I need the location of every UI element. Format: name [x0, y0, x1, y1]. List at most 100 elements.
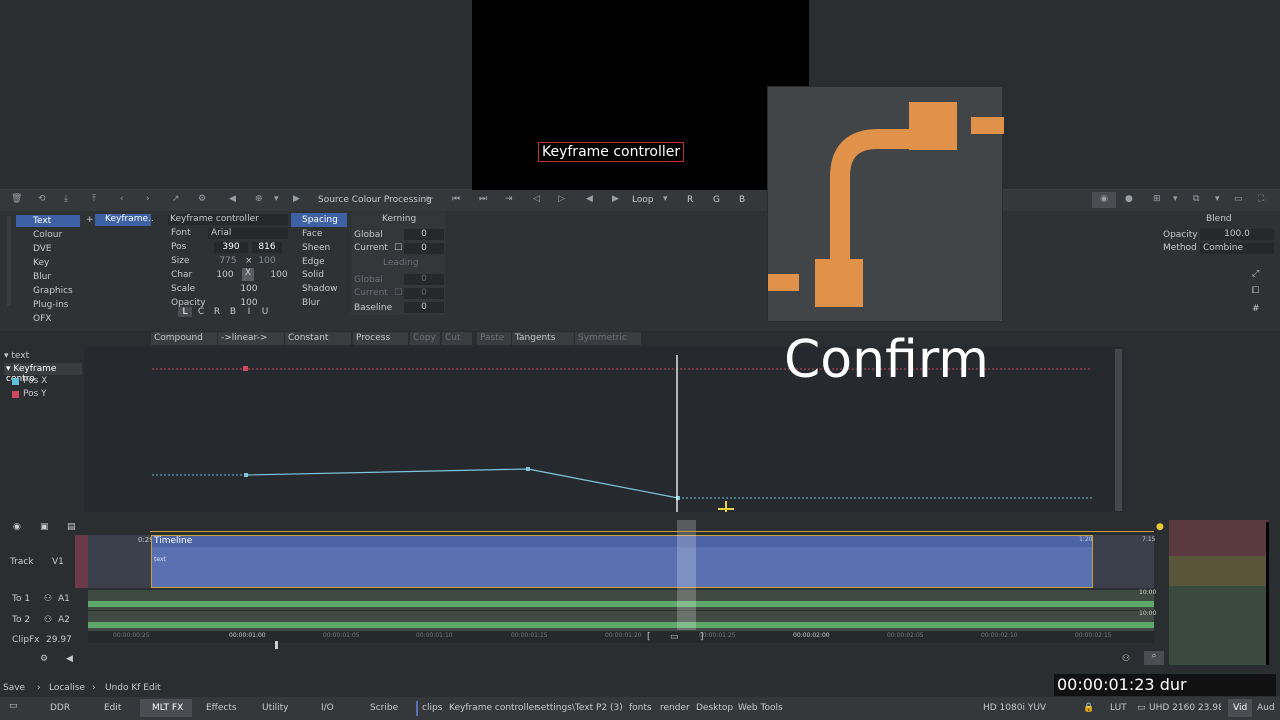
speaker-icon[interactable]: ◀	[66, 654, 73, 664]
v1-track-header[interactable]	[75, 535, 88, 588]
play-icon[interactable]: ▶	[293, 194, 300, 204]
screen-icon[interactable]: ▤	[67, 522, 76, 532]
download-icon[interactable]: ⤓	[64, 194, 68, 204]
style-tab-edge[interactable]: Edge	[302, 257, 325, 267]
baseline-field[interactable]: 0	[404, 302, 444, 313]
nav-item-ofx[interactable]: OFX	[33, 314, 51, 324]
align-left-button[interactable]: L	[178, 307, 192, 317]
clipfx-label[interactable]: ClipFx	[12, 635, 40, 645]
tab-edit[interactable]: Edit	[104, 703, 121, 713]
chevron-down-icon[interactable]: ▾	[1215, 194, 1220, 204]
tree-posy[interactable]: Pos Y	[23, 389, 47, 399]
style-tab-shadow[interactable]: Shadow	[302, 284, 338, 294]
nav-item-graphics[interactable]: Graphics	[33, 286, 73, 296]
blend-method-select[interactable]: Combine	[1200, 243, 1274, 254]
pos-x-field[interactable]: 390	[214, 242, 248, 253]
size-h-field[interactable]: 100	[255, 256, 279, 267]
font-select[interactable]: Arial	[208, 228, 288, 239]
lut-button[interactable]: LUT	[1110, 703, 1127, 713]
loop-button[interactable]: Loop	[632, 195, 654, 205]
to2-label[interactable]: To 2	[12, 615, 30, 625]
path-desktop[interactable]: Desktop	[696, 703, 733, 713]
process-button[interactable]: Process	[353, 332, 408, 345]
step-forward-icon[interactable]: ▷	[558, 194, 565, 204]
a2-label[interactable]: A2	[58, 615, 70, 625]
controller-name-field[interactable]: Keyframe controller	[168, 214, 288, 225]
compound-select[interactable]: Compound	[151, 332, 217, 345]
path-fonts[interactable]: fonts	[629, 703, 652, 713]
scale-field[interactable]: 100	[234, 284, 264, 295]
record-icon[interactable]: ●	[1125, 194, 1133, 204]
posx-keyframe-2[interactable]	[526, 467, 530, 471]
style-tab-sheen[interactable]: Sheen	[302, 243, 330, 253]
channel-b[interactable]: B	[739, 195, 745, 205]
align-center-button[interactable]: C	[194, 307, 208, 317]
tab-io[interactable]: I/O	[321, 703, 334, 713]
path-web-tools[interactable]: Web Tools	[738, 703, 783, 713]
char-a-field[interactable]: 100	[214, 270, 236, 281]
kerning-current-checkbox[interactable]: ☐	[394, 243, 402, 253]
reverse-play-icon[interactable]: ◀	[586, 194, 593, 204]
a1-link-icon[interactable]: ⚇	[44, 594, 52, 604]
timeline-clip[interactable]: Timeline text	[151, 535, 1093, 588]
add-layer-icon[interactable]: +	[86, 215, 94, 225]
source-colour-processing[interactable]: Source Colour Processing	[318, 195, 432, 205]
channel-g[interactable]: G	[713, 195, 720, 205]
underline-button[interactable]: U	[258, 307, 272, 317]
monitor-icon[interactable]: ▣	[40, 522, 49, 532]
zoom-handle-icon[interactable]: ▭	[670, 632, 679, 642]
vid-button[interactable]: Vid	[1233, 703, 1247, 713]
paste-button[interactable]: Paste	[477, 332, 511, 345]
channel-r[interactable]: R	[687, 195, 693, 205]
char-b-field[interactable]: 100	[268, 270, 290, 281]
nav-item-text[interactable]: Text	[33, 216, 51, 226]
style-tab-solid[interactable]: Solid	[302, 270, 324, 280]
last-frame-icon[interactable]: ⇥	[505, 194, 513, 204]
forward-icon[interactable]: ›	[146, 194, 150, 204]
tab-mlt-fx[interactable]: MLT FX	[152, 703, 183, 713]
first-frame-icon[interactable]: ⇤	[426, 194, 434, 204]
lock-icon[interactable]: 🔒	[1083, 703, 1094, 713]
search-icon[interactable]: ⌕	[1144, 651, 1164, 665]
monitor-small-icon[interactable]: ▭	[9, 701, 18, 711]
zoom-left-bracket[interactable]: [	[647, 632, 651, 642]
path-clips[interactable]: clips	[422, 703, 442, 713]
prev-icon[interactable]: ◀	[229, 194, 236, 204]
italic-button[interactable]: I	[242, 307, 256, 317]
next-kf-icon[interactable]: ⏭	[479, 194, 487, 204]
back-icon[interactable]: ‹	[120, 194, 124, 204]
crop-icon[interactable]: ⧠	[1252, 286, 1259, 296]
style-tab-spacing[interactable]: Spacing	[302, 215, 338, 225]
style-tab-face[interactable]: Face	[302, 229, 322, 239]
a1-label[interactable]: A1	[58, 594, 70, 604]
tab-utility[interactable]: Utility	[262, 703, 288, 713]
localise-button[interactable]: Localise	[49, 683, 85, 693]
posy-keyframe[interactable]	[243, 366, 248, 371]
nav-item-dve[interactable]: DVE	[33, 244, 52, 254]
refresh-icon[interactable]: ⟲	[38, 194, 46, 204]
trash-icon[interactable]: 🗑	[11, 194, 22, 204]
timeline-playhead[interactable]	[677, 520, 696, 630]
v1-label[interactable]: V1	[52, 557, 64, 567]
posx-keyframe-1[interactable]	[244, 473, 248, 477]
nav-item-colour[interactable]: Colour	[33, 230, 62, 240]
path-p2[interactable]: P2 (3)	[596, 703, 623, 713]
interp-select[interactable]: ->linear->	[218, 332, 284, 345]
style-tab-blur[interactable]: Blur	[302, 298, 320, 308]
nav-item-blur[interactable]: Blur	[33, 272, 51, 282]
symmetric-toggle[interactable]: Symmetric	[575, 332, 641, 345]
chevron-down-icon[interactable]: ▾	[663, 194, 668, 204]
fullscreen-icon[interactable]: ⛶	[1258, 194, 1264, 204]
window-icon[interactable]: ▭	[1234, 194, 1243, 204]
settings-icon[interactable]: ⚙	[40, 654, 48, 664]
cut-button[interactable]: Cut	[442, 332, 472, 345]
aud-button[interactable]: Aud	[1257, 703, 1275, 713]
copy-button[interactable]: Copy	[410, 332, 440, 345]
chevron-down-icon[interactable]: ▾	[274, 194, 279, 204]
target-icon[interactable]: ⊕	[255, 194, 263, 204]
curve-icon[interactable]: ↗	[172, 194, 180, 204]
tree-root[interactable]: ▾ text	[4, 351, 29, 361]
prev-kf-icon[interactable]: ⏮	[452, 194, 460, 204]
tab-scribe[interactable]: Scribe	[370, 703, 398, 713]
nav-item-plugins[interactable]: Plug-ins	[33, 300, 69, 310]
